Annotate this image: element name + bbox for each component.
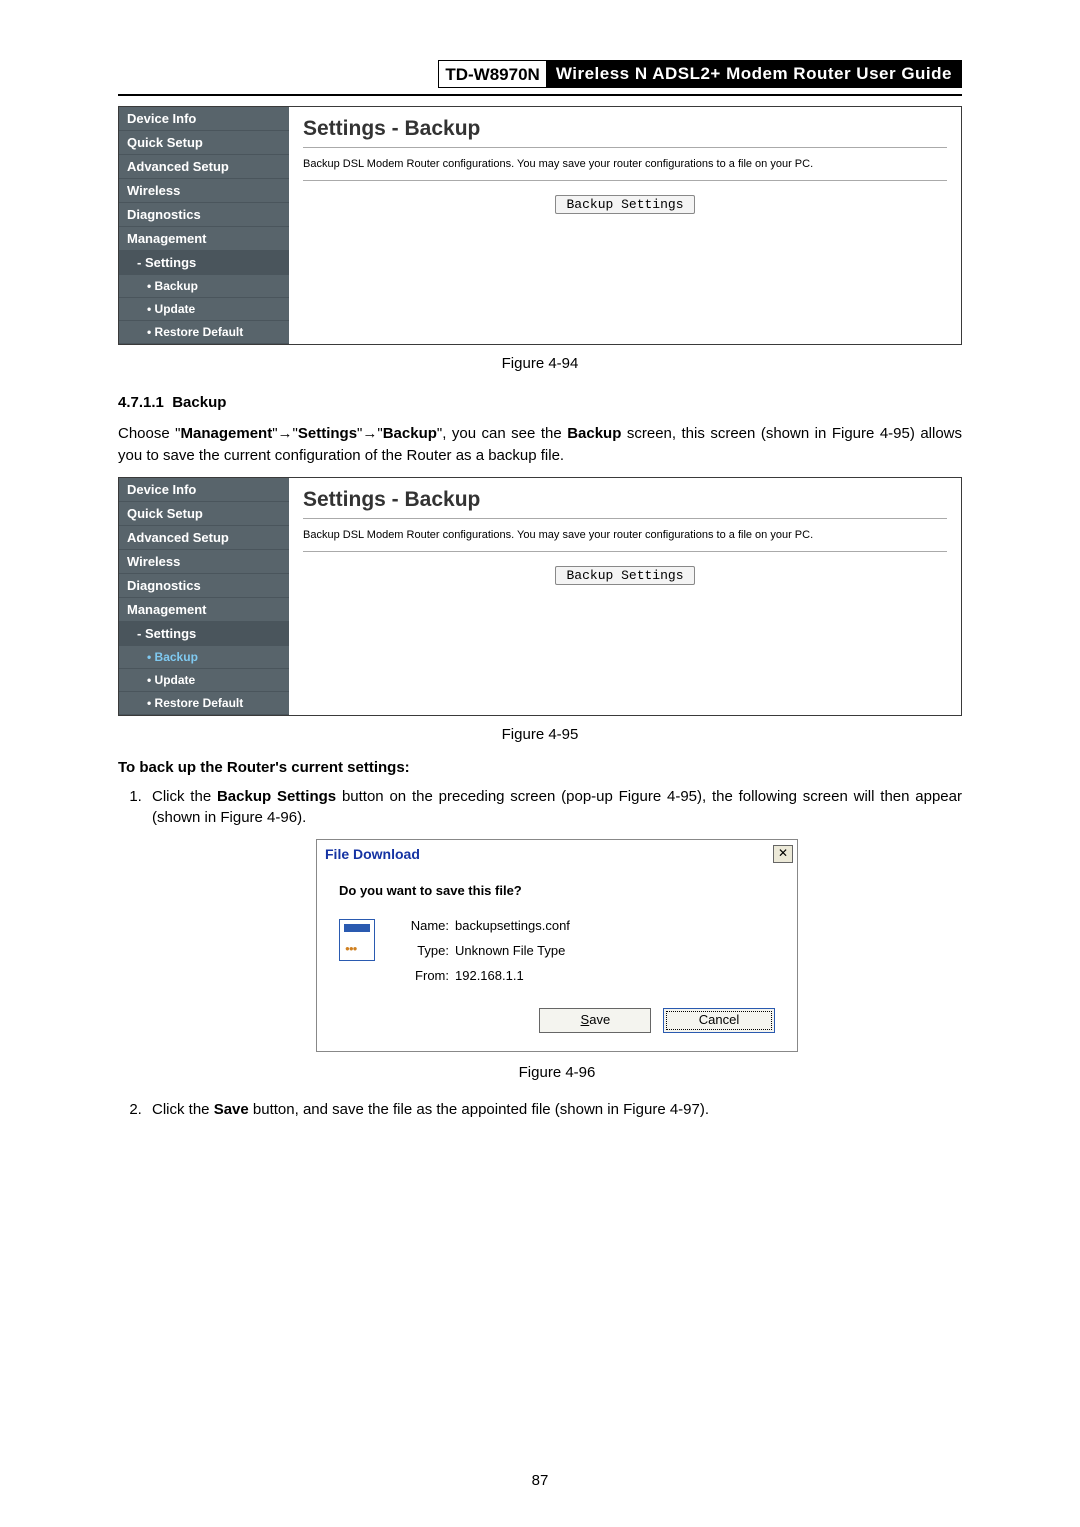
name-label: Name: [395, 917, 449, 936]
figure-4-95: Device Info Quick Setup Advanced Setup W… [118, 477, 962, 716]
router-content: Settings - Backup Backup DSL Modem Route… [289, 107, 961, 344]
sidebar-item-update[interactable]: Update [119, 298, 289, 321]
sidebar-item-management[interactable]: Management [119, 227, 289, 251]
step-2: Click the Save button, and save the file… [146, 1099, 962, 1121]
text: Click the [152, 1101, 214, 1118]
text: Choose " [118, 425, 181, 442]
file-details: Name: backupsettings.conf Type: Unknown … [395, 917, 570, 986]
dialog-actions: Save Cancel [339, 1008, 775, 1033]
steps-list: Click the Backup Settings button on the … [118, 786, 962, 1122]
arrow-icon: → [278, 425, 293, 442]
dialog-title: File Download [325, 844, 773, 864]
backup-settings-button[interactable]: Backup Settings [555, 566, 694, 585]
sidebar-item-quick-setup[interactable]: Quick Setup [119, 502, 289, 526]
text-bold: Management [181, 425, 273, 442]
text-bold: Backup [567, 425, 621, 442]
router-sidebar: Device Info Quick Setup Advanced Setup W… [119, 107, 289, 344]
sidebar-item-wireless[interactable]: Wireless [119, 179, 289, 203]
sidebar-item-device-info[interactable]: Device Info [119, 107, 289, 131]
section-paragraph: Choose "Management"→"Settings"→"Backup",… [118, 423, 962, 467]
figure-caption-96: Figure 4-96 [152, 1062, 962, 1084]
sidebar-item-quick-setup[interactable]: Quick Setup [119, 131, 289, 155]
sidebar-item-settings[interactable]: - Settings [119, 251, 289, 275]
section-number: 4.7.1.1 [118, 394, 164, 411]
model-number: TD-W8970N [438, 60, 545, 88]
cancel-button[interactable]: Cancel [663, 1008, 775, 1033]
doc-title: Wireless N ADSL2+ Modem Router User Guid… [546, 60, 962, 88]
from-label: From: [395, 967, 449, 986]
sidebar-item-settings[interactable]: - Settings [119, 622, 289, 646]
text-bold: Backup [383, 425, 437, 442]
file-icon: ●●● [339, 919, 375, 961]
sidebar-item-device-info[interactable]: Device Info [119, 478, 289, 502]
text: button, and save the file as the appoint… [249, 1101, 709, 1118]
figure-caption-94: Figure 4-94 [118, 355, 962, 372]
panel-title: Settings - Backup [303, 488, 947, 512]
header-rule [118, 94, 962, 96]
sidebar-item-backup-selected[interactable]: Backup [119, 646, 289, 669]
text: S [581, 1012, 590, 1027]
sidebar-item-update[interactable]: Update [119, 669, 289, 692]
text-bold: Settings [298, 425, 357, 442]
panel-description: Backup DSL Modem Router configurations. … [303, 529, 947, 541]
close-icon[interactable]: ✕ [773, 845, 793, 863]
sidebar-item-restore-default[interactable]: Restore Default [119, 321, 289, 344]
instructions-heading: To back up the Router's current settings… [118, 759, 962, 776]
sidebar-item-diagnostics[interactable]: Diagnostics [119, 574, 289, 598]
sidebar-item-management[interactable]: Management [119, 598, 289, 622]
name-value: backupsettings.conf [455, 917, 570, 936]
arrow-icon: → [362, 425, 377, 442]
from-value: 192.168.1.1 [455, 967, 570, 986]
type-value: Unknown File Type [455, 942, 570, 961]
sidebar-item-label: Settings [145, 255, 196, 270]
panel-title: Settings - Backup [303, 117, 947, 141]
file-download-dialog: File Download ✕ Do you want to save this… [316, 839, 798, 1052]
router-sidebar: Device Info Quick Setup Advanced Setup W… [119, 478, 289, 715]
doc-header: TD-W8970N Wireless N ADSL2+ Modem Router… [118, 60, 962, 88]
save-button[interactable]: Save [539, 1008, 651, 1033]
type-label: Type: [395, 942, 449, 961]
dialog-titlebar: File Download ✕ [317, 840, 797, 868]
sidebar-item-advanced-setup[interactable]: Advanced Setup [119, 155, 289, 179]
page-number: 87 [0, 1472, 1080, 1489]
text: ave [589, 1012, 610, 1027]
text: Click the [152, 788, 217, 805]
text-bold: Backup Settings [217, 788, 336, 805]
sidebar-item-backup[interactable]: Backup [119, 275, 289, 298]
dialog-question: Do you want to save this file? [339, 882, 775, 901]
dialog-body: Do you want to save this file? ●●● Name:… [317, 868, 797, 1050]
backup-settings-button[interactable]: Backup Settings [555, 195, 694, 214]
figure-caption-95: Figure 4-95 [118, 726, 962, 743]
sidebar-item-advanced-setup[interactable]: Advanced Setup [119, 526, 289, 550]
step-1: Click the Backup Settings button on the … [146, 786, 962, 1084]
section-name: Backup [172, 394, 226, 411]
panel-description: Backup DSL Modem Router configurations. … [303, 158, 947, 170]
section-heading: 4.7.1.1 Backup [118, 394, 962, 411]
text: ", you can see the [437, 425, 567, 442]
sidebar-item-wireless[interactable]: Wireless [119, 550, 289, 574]
text-bold: Save [214, 1101, 249, 1118]
sidebar-item-restore-default[interactable]: Restore Default [119, 692, 289, 715]
router-content: Settings - Backup Backup DSL Modem Route… [289, 478, 961, 715]
sidebar-item-label: Settings [145, 626, 196, 641]
figure-4-94: Device Info Quick Setup Advanced Setup W… [118, 106, 962, 345]
sidebar-item-diagnostics[interactable]: Diagnostics [119, 203, 289, 227]
